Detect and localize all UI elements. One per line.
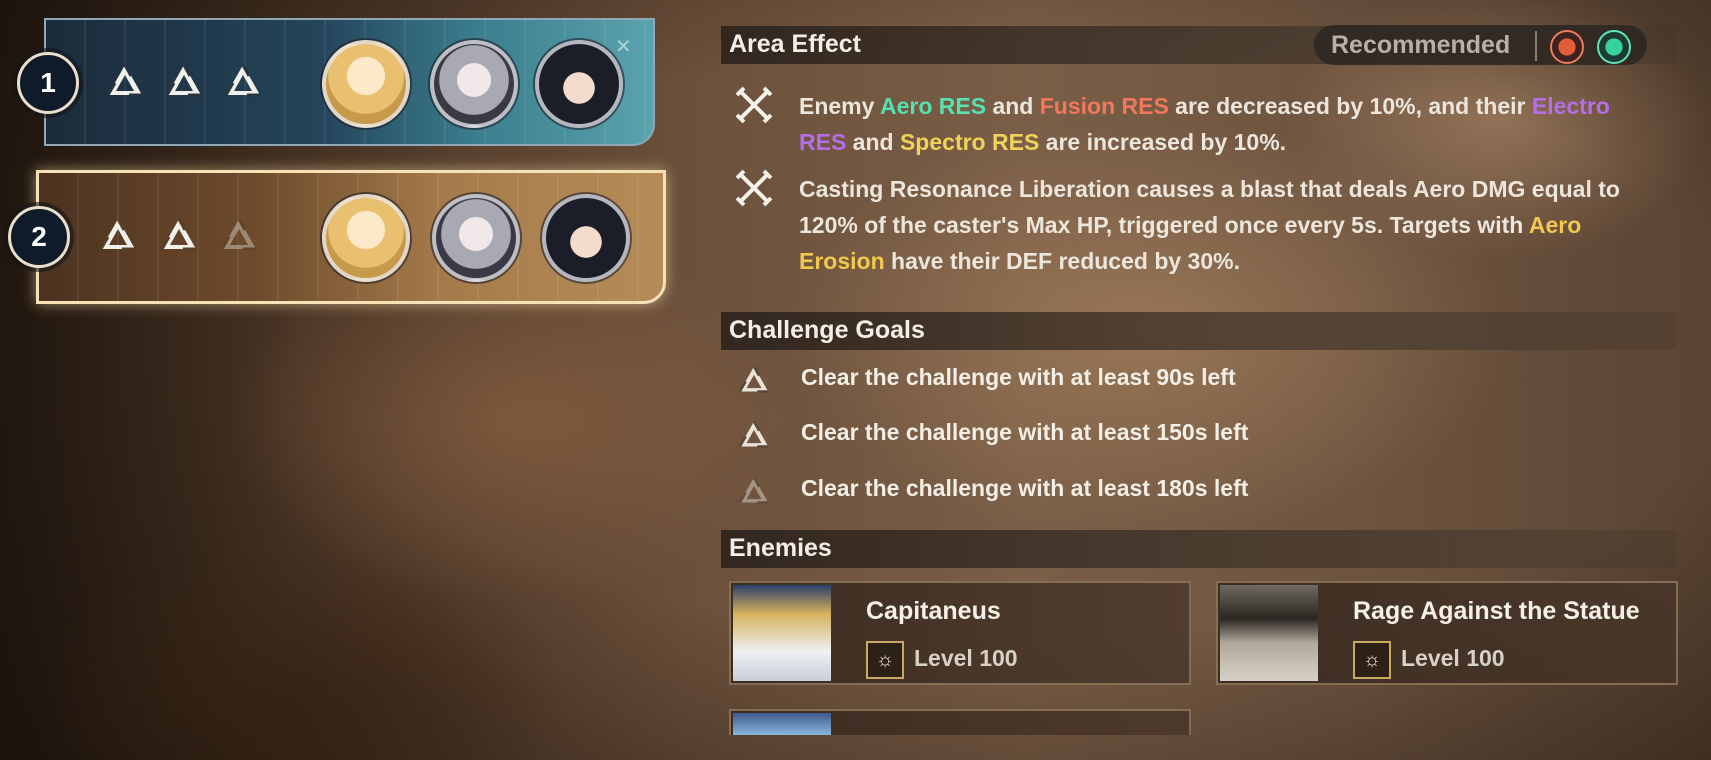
challenge-goal-2: Clear the challenge with at least 150s l…	[801, 419, 1249, 445]
effect-text-segment: and	[846, 129, 900, 155]
goal-achieved-icon	[165, 64, 201, 97]
sparkle-icon: ✕	[615, 36, 632, 58]
goal-achieved-icon	[224, 64, 260, 97]
challenge-goals-title: Challenge Goals	[729, 316, 925, 344]
goal-unachieved-icon	[738, 476, 769, 504]
character-3-avatar[interactable]	[542, 194, 630, 282]
fusion-element-icon[interactable]	[1550, 30, 1584, 64]
enemy-level: Level 100	[914, 645, 1018, 671]
effect-text-segment: have their DEF reduced by 30%.	[884, 248, 1240, 274]
effect-text-segment: Enemy	[799, 93, 880, 119]
character-2-avatar[interactable]	[432, 194, 520, 282]
goal-unachieved-icon	[220, 218, 256, 251]
enemy-card-partial[interactable]	[729, 709, 1191, 735]
goal-achieved-icon	[160, 218, 196, 251]
aero-element-icon[interactable]	[1597, 30, 1631, 64]
goal-achieved-icon	[738, 420, 769, 448]
enemy-card-capitaneus[interactable]: Capitaneus ☼ Level 100	[729, 581, 1191, 685]
goal-achieved-icon	[738, 365, 769, 393]
character-1-avatar[interactable]	[322, 194, 410, 282]
enemy-level: Level 100	[1401, 645, 1505, 671]
crossed-swords-icon	[735, 86, 773, 124]
enemies-header	[721, 530, 1676, 568]
challenge-goal-3: Clear the challenge with at least 180s l…	[801, 475, 1249, 501]
enemy-portrait	[733, 713, 831, 735]
area-effect-text-1: Enemy Aero RES and Fusion RES are decrea…	[799, 88, 1659, 160]
character-3-avatar[interactable]	[535, 40, 623, 128]
effect-keyword-spectro: Spectro RES	[899, 129, 1040, 155]
area-effect-title: Area Effect	[729, 30, 861, 58]
effect-keyword-aero: Aero RES	[879, 93, 987, 119]
effect-text-segment: Casting Resonance Liberation causes a bl…	[799, 176, 1620, 238]
challenge-goal-1: Clear the challenge with at least 90s le…	[801, 364, 1236, 390]
enemy-name: Rage Against the Statue	[1353, 597, 1640, 625]
goal-achieved-icon	[99, 218, 135, 251]
effect-text-segment: are increased by 10%.	[1039, 129, 1287, 155]
recommended-divider	[1535, 31, 1537, 61]
effect-keyword-fusion: Fusion RES	[1039, 93, 1169, 119]
effect-text-segment: and	[986, 93, 1040, 119]
area-effect-text-2: Casting Resonance Liberation causes a bl…	[799, 171, 1659, 279]
effect-text-segment: are decreased by 10%, and their	[1168, 93, 1532, 119]
level-sun-icon: ☼	[866, 641, 904, 679]
enemy-portrait	[1220, 585, 1318, 681]
goal-achieved-icon	[106, 64, 142, 97]
crossed-swords-icon	[735, 169, 773, 207]
level-sun-icon: ☼	[1353, 641, 1391, 679]
character-2-avatar[interactable]	[430, 40, 518, 128]
enemy-card-rage-against-the-statue[interactable]: Rage Against the Statue ☼ Level 100	[1216, 581, 1678, 685]
enemy-portrait	[733, 585, 831, 681]
enemy-name: Capitaneus	[866, 597, 1001, 625]
enemies-title: Enemies	[729, 534, 832, 562]
stage-number-badge: 1	[17, 52, 79, 114]
character-1-avatar[interactable]	[322, 40, 410, 128]
recommended-label: Recommended	[1331, 31, 1511, 59]
stage-number-badge: 2	[8, 206, 70, 268]
